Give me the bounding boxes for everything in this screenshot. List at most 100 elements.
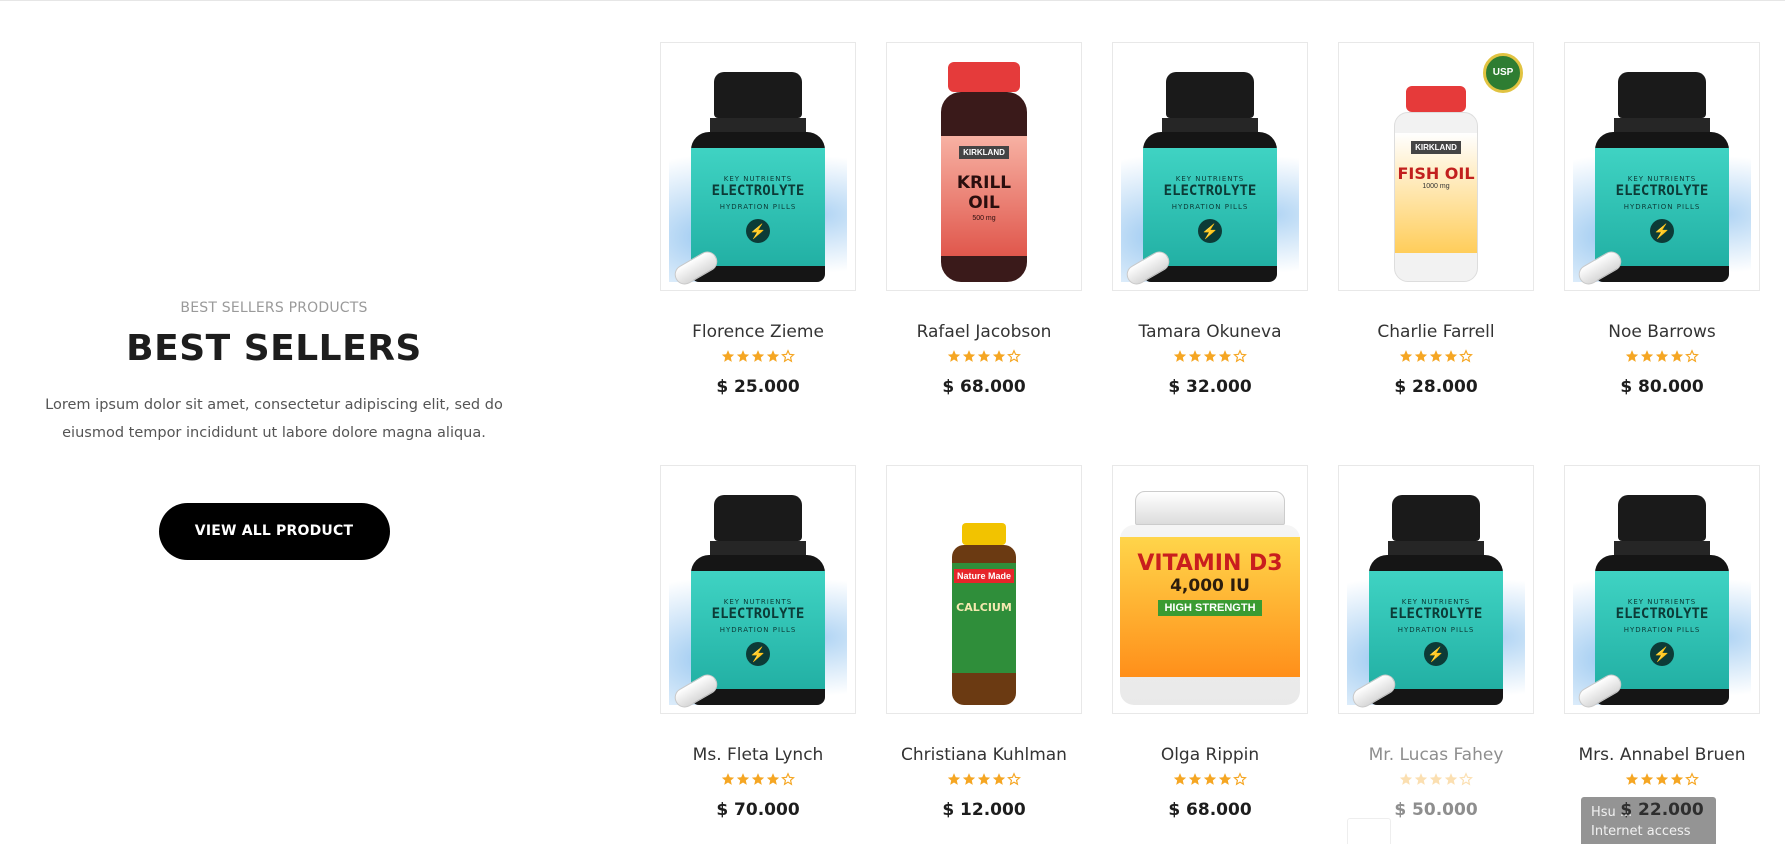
product-price: $ 25.000 bbox=[716, 377, 800, 397]
star-filled-icon bbox=[736, 349, 750, 368]
product-image[interactable]: KEY NUTRIENTS ELECTROLYTE HYDRATION PILL… bbox=[1112, 42, 1308, 291]
product-card[interactable]: KEY NUTRIENTS ELECTROLYTE HYDRATION PILL… bbox=[1338, 465, 1534, 838]
star-filled-icon bbox=[962, 349, 976, 368]
krill-oil-bottle-image: KIRKLAND KRILL OIL 500 mg bbox=[941, 62, 1027, 282]
product-price: $ 50.000 bbox=[1394, 800, 1478, 820]
product-image[interactable]: KEY NUTRIENTS ELECTROLYTE HYDRATION PILL… bbox=[1564, 42, 1760, 291]
star-filled-icon bbox=[751, 772, 765, 791]
best-sellers-intro: BEST SELLERS PRODUCTS BEST SELLERS Lorem… bbox=[0, 300, 548, 560]
star-filled-icon bbox=[1399, 349, 1413, 368]
product-name[interactable]: Charlie Farrell bbox=[1338, 322, 1534, 342]
product-card[interactable]: KEY NUTRIENTS ELECTROLYTE HYDRATION PILL… bbox=[660, 42, 856, 415]
product-image[interactable]: USP KIRKLAND FISH OIL 1000 mg bbox=[1338, 42, 1534, 291]
product-grid: KEY NUTRIENTS ELECTROLYTE HYDRATION PILL… bbox=[660, 42, 1762, 838]
product-image[interactable]: Nature Made CALCIUM bbox=[886, 465, 1082, 714]
view-all-product-button[interactable]: VIEW ALL PRODUCT bbox=[158, 503, 390, 560]
star-filled-icon bbox=[1640, 772, 1654, 791]
product-image[interactable]: KIRKLAND KRILL OIL 500 mg bbox=[886, 42, 1082, 291]
product-name[interactable]: Noe Barrows bbox=[1564, 322, 1760, 342]
star-filled-icon bbox=[1188, 772, 1202, 791]
star-filled-icon bbox=[751, 349, 765, 368]
product-rating bbox=[1112, 772, 1308, 791]
toast-line-1: Hsu ... bbox=[1591, 805, 1633, 820]
star-filled-icon bbox=[1444, 349, 1458, 368]
star-filled-icon bbox=[736, 772, 750, 791]
product-price: $ 70.000 bbox=[716, 800, 800, 820]
usp-badge: USP bbox=[1483, 53, 1523, 93]
electrolyte-bottle-image: KEY NUTRIENTS ELECTROLYTE HYDRATION PILL… bbox=[1595, 495, 1729, 705]
product-card[interactable]: KEY NUTRIENTS ELECTROLYTE HYDRATION PILL… bbox=[1112, 42, 1308, 415]
star-empty-icon bbox=[781, 349, 795, 368]
star-filled-icon bbox=[977, 772, 991, 791]
product-rating bbox=[1564, 349, 1760, 368]
product-price: $ 32.000 bbox=[1168, 377, 1252, 397]
star-filled-icon bbox=[962, 772, 976, 791]
vitamin-d3-tub-image: VITAMIN D3 4,000 IU HIGH STRENGTH bbox=[1120, 491, 1300, 705]
star-filled-icon bbox=[1414, 772, 1428, 791]
product-card[interactable]: KEY NUTRIENTS ELECTROLYTE HYDRATION PILL… bbox=[1564, 42, 1760, 415]
top-divider bbox=[0, 0, 1785, 1]
product-rating bbox=[660, 772, 856, 791]
product-name[interactable]: Mrs. Annabel Bruen bbox=[1564, 745, 1760, 765]
product-price: $ 12.000 bbox=[942, 800, 1026, 820]
electrolyte-bottle-image: KEY NUTRIENTS ELECTROLYTE HYDRATION PILL… bbox=[1143, 72, 1277, 282]
star-filled-icon bbox=[1444, 772, 1458, 791]
star-filled-icon bbox=[1625, 772, 1639, 791]
calcium-bottle-image: Nature Made CALCIUM bbox=[952, 523, 1016, 705]
product-name[interactable]: Ms. Fleta Lynch bbox=[660, 745, 856, 765]
star-filled-icon bbox=[1655, 772, 1669, 791]
section-title: BEST SELLERS bbox=[126, 328, 422, 369]
star-filled-icon bbox=[992, 349, 1006, 368]
section-eyebrow: BEST SELLERS PRODUCTS bbox=[180, 300, 368, 316]
star-empty-icon bbox=[1459, 772, 1473, 791]
fish-oil-bottle-image: KIRKLAND FISH OIL 1000 mg bbox=[1394, 86, 1478, 282]
star-filled-icon bbox=[1173, 772, 1187, 791]
electrolyte-bottle-image: KEY NUTRIENTS ELECTROLYTE HYDRATION PILL… bbox=[691, 72, 825, 282]
star-filled-icon bbox=[1670, 772, 1684, 791]
product-image[interactable]: KEY NUTRIENTS ELECTROLYTE HYDRATION PILL… bbox=[1564, 465, 1760, 714]
product-name[interactable]: Florence Zieme bbox=[660, 322, 856, 342]
product-rating bbox=[886, 349, 1082, 368]
product-price: $ 80.000 bbox=[1620, 377, 1704, 397]
product-rating bbox=[660, 349, 856, 368]
star-empty-icon bbox=[1007, 772, 1021, 791]
star-filled-icon bbox=[1625, 349, 1639, 368]
product-card[interactable]: USP KIRKLAND FISH OIL 1000 mg Charlie Fa… bbox=[1338, 42, 1534, 415]
electrolyte-bottle-image: KEY NUTRIENTS ELECTROLYTE HYDRATION PILL… bbox=[691, 495, 825, 705]
star-filled-icon bbox=[766, 772, 780, 791]
star-filled-icon bbox=[1399, 772, 1413, 791]
star-filled-icon bbox=[947, 772, 961, 791]
product-card[interactable]: KEY NUTRIENTS ELECTROLYTE HYDRATION PILL… bbox=[660, 465, 856, 838]
star-filled-icon bbox=[1414, 349, 1428, 368]
star-filled-icon bbox=[721, 349, 735, 368]
star-empty-icon bbox=[1459, 349, 1473, 368]
network-toast: Hsu ... Internet access bbox=[1581, 797, 1716, 844]
product-image[interactable]: KEY NUTRIENTS ELECTROLYTE HYDRATION PILL… bbox=[1338, 465, 1534, 714]
product-image[interactable]: KEY NUTRIENTS ELECTROLYTE HYDRATION PILL… bbox=[660, 42, 856, 291]
star-empty-icon bbox=[1007, 349, 1021, 368]
star-filled-icon bbox=[1188, 349, 1202, 368]
star-empty-icon bbox=[1233, 772, 1247, 791]
star-filled-icon bbox=[1670, 349, 1684, 368]
product-card[interactable]: KIRKLAND KRILL OIL 500 mg Rafael Jacobso… bbox=[886, 42, 1082, 415]
star-filled-icon bbox=[947, 349, 961, 368]
product-name[interactable]: Christiana Kuhlman bbox=[886, 745, 1082, 765]
star-empty-icon bbox=[1685, 349, 1699, 368]
product-card[interactable]: KEY NUTRIENTS ELECTROLYTE HYDRATION PILL… bbox=[1564, 465, 1760, 838]
star-filled-icon bbox=[977, 349, 991, 368]
product-card[interactable]: Nature Made CALCIUM Christiana Kuhlman $… bbox=[886, 465, 1082, 838]
product-rating bbox=[886, 772, 1082, 791]
star-filled-icon bbox=[1203, 772, 1217, 791]
toast-line-2: Internet access bbox=[1591, 824, 1691, 839]
product-card[interactable]: VITAMIN D3 4,000 IU HIGH STRENGTH Olga R… bbox=[1112, 465, 1308, 838]
product-name[interactable]: Mr. Lucas Fahey bbox=[1338, 745, 1534, 765]
star-filled-icon bbox=[1429, 349, 1443, 368]
product-image[interactable]: KEY NUTRIENTS ELECTROLYTE HYDRATION PILL… bbox=[660, 465, 856, 714]
product-name[interactable]: Tamara Okuneva bbox=[1112, 322, 1308, 342]
star-filled-icon bbox=[992, 772, 1006, 791]
product-image[interactable]: VITAMIN D3 4,000 IU HIGH STRENGTH bbox=[1112, 465, 1308, 714]
product-name[interactable]: Olga Rippin bbox=[1112, 745, 1308, 765]
add-to-cart-icon[interactable] bbox=[1347, 818, 1391, 844]
star-filled-icon bbox=[1173, 349, 1187, 368]
product-name[interactable]: Rafael Jacobson bbox=[886, 322, 1082, 342]
